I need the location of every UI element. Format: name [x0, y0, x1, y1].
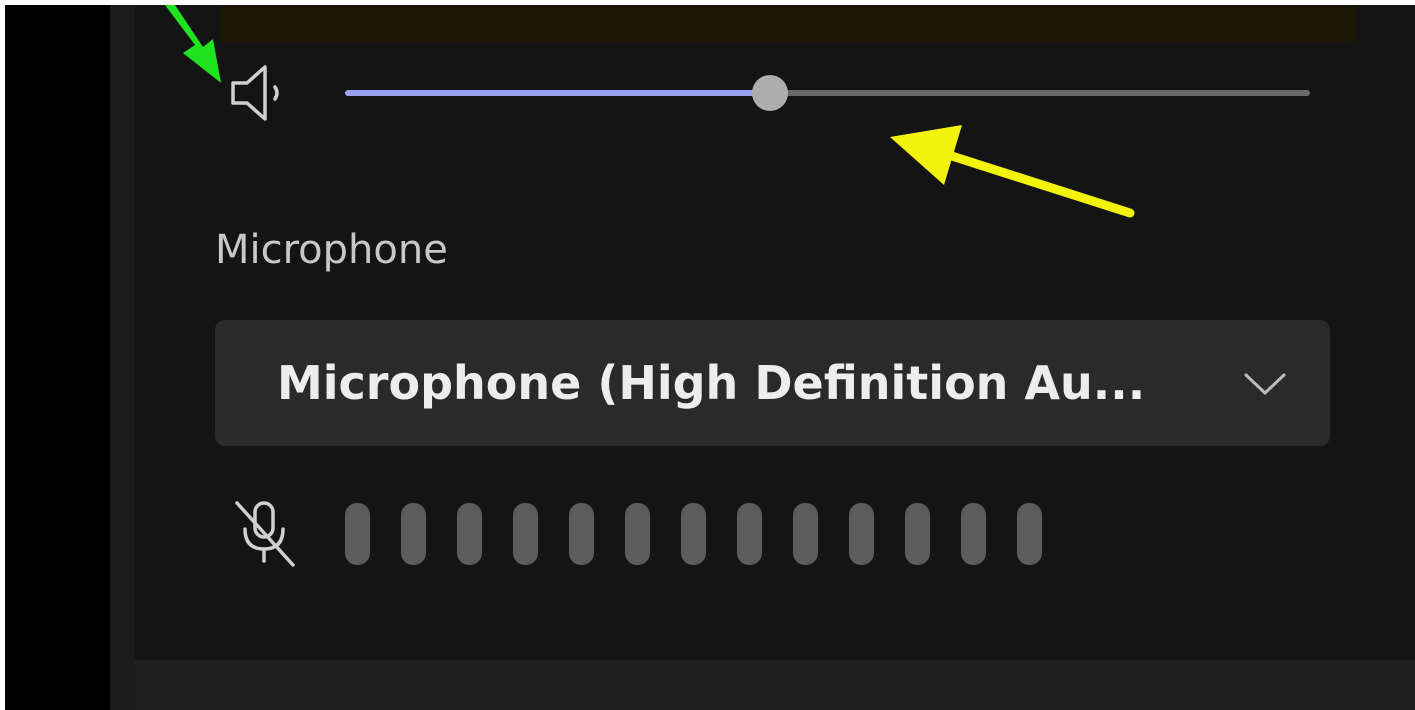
- level-bar: [849, 503, 874, 565]
- app-frame: Microphone Microphone (High Definition A…: [5, 5, 1415, 710]
- slider-fill: [345, 90, 770, 96]
- speaker-volume-slider[interactable]: [345, 75, 1310, 111]
- level-bar: [681, 503, 706, 565]
- level-bar: [401, 503, 426, 565]
- microphone-dropdown-value: Microphone (High Definition Au...: [277, 356, 1146, 410]
- green-arrow-annotation: [165, 5, 221, 83]
- level-bar: [513, 503, 538, 565]
- level-bar: [625, 503, 650, 565]
- level-bar: [457, 503, 482, 565]
- level-bar: [569, 503, 594, 565]
- speaker-icon[interactable]: [227, 57, 287, 127]
- bottom-band: [135, 660, 1415, 710]
- top-band: [220, 5, 1355, 43]
- microphone-label: Microphone: [215, 227, 448, 273]
- level-bar: [1017, 503, 1042, 565]
- slider-thumb[interactable]: [751, 75, 788, 111]
- chevron-down-icon: [1244, 373, 1286, 395]
- level-bar: [737, 503, 762, 565]
- level-bar: [961, 503, 986, 565]
- left-divider: [110, 5, 135, 710]
- microphone-dropdown[interactable]: Microphone (High Definition Au...: [215, 320, 1330, 446]
- level-bar: [905, 503, 930, 565]
- mic-off-icon[interactable]: [227, 495, 302, 570]
- level-bar: [345, 503, 370, 565]
- level-bar: [793, 503, 818, 565]
- yellow-arrow-annotation: [890, 125, 1135, 218]
- audio-settings-panel: Microphone Microphone (High Definition A…: [135, 5, 1415, 660]
